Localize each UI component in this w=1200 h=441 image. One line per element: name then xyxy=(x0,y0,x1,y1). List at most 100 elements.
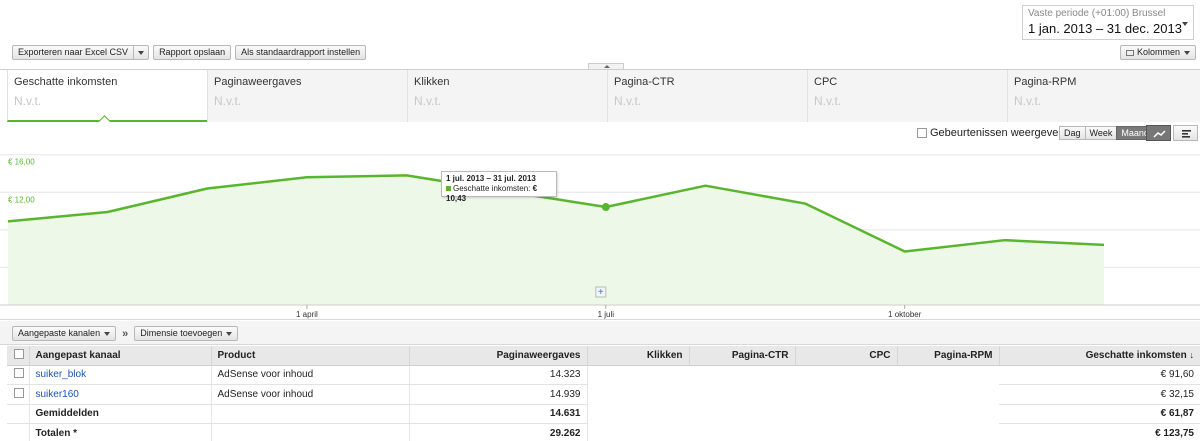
chart-type-selector xyxy=(1146,125,1198,141)
empty-metrics-cell xyxy=(587,384,999,405)
select-all-cell xyxy=(7,346,30,366)
column-header-revenue[interactable]: Geschatte inkomsten ↓ xyxy=(999,346,1200,366)
column-header-channel[interactable]: Aangepast kanaal xyxy=(29,346,212,366)
period-selector: Dag Week Maand xyxy=(1059,126,1154,140)
show-events-label: Gebeurtenissen weergeven xyxy=(930,127,1065,139)
chevron-down-icon xyxy=(104,331,111,336)
period-week-button[interactable]: Week xyxy=(1084,126,1118,140)
averages-label: Gemiddelden xyxy=(29,404,212,424)
chevron-down-icon xyxy=(1182,22,1188,26)
tooltip-row: Geschatte inkomsten: € 10,43 xyxy=(446,184,552,204)
date-range-value: 1 jan. 2013 – 31 dec. 2013 xyxy=(1028,21,1182,36)
empty-metrics-cell xyxy=(587,404,999,424)
metric-tab-value: N.v.t. xyxy=(814,94,842,108)
product-cell: AdSense voor inhoud xyxy=(211,365,410,385)
period-day-button[interactable]: Dag xyxy=(1059,126,1086,140)
metric-tab-value: N.v.t. xyxy=(414,94,442,108)
export-split-button: Exporteren naar Excel CSV xyxy=(12,45,150,61)
column-header-cpc[interactable]: CPC xyxy=(795,346,898,366)
column-header-pageviews[interactable]: Paginaweergaves xyxy=(409,346,588,366)
x-tick-label: 1 oktober xyxy=(888,310,922,319)
primary-dimension-label: Aangepaste kanalen xyxy=(18,328,101,338)
chart-tooltip: 1 jul. 2013 – 31 jul. 2013 Geschatte ink… xyxy=(441,171,557,203)
tooltip-series-label: Geschatte inkomsten: xyxy=(453,184,531,193)
set-default-report-button[interactable]: Als standaardrapport instellen xyxy=(235,45,367,60)
metric-tab-cpc[interactable]: CPC N.v.t. xyxy=(807,70,1007,122)
averages-revenue: € 61,87 xyxy=(999,404,1200,424)
row-checkbox-cell xyxy=(7,384,30,405)
columns-button[interactable]: Kolommen xyxy=(1119,45,1196,60)
plus-icon: + xyxy=(598,287,604,298)
metric-tab-value: N.v.t. xyxy=(214,94,242,108)
metric-tab-name: Paginaweergaves xyxy=(214,76,302,88)
metric-tab-estimated-revenue[interactable]: Geschatte inkomsten N.v.t. xyxy=(7,70,207,122)
dimension-separator: » xyxy=(122,327,129,340)
empty-metrics-cell xyxy=(587,365,999,385)
columns-label: Kolommen xyxy=(1136,47,1180,57)
empty-metrics-cell xyxy=(587,423,999,441)
bar-chart-button[interactable] xyxy=(1173,125,1198,141)
table-row: suiker160 AdSense voor inhoud 14.939 € 3… xyxy=(7,384,1200,405)
averages-pageviews: 14.631 xyxy=(409,404,588,424)
column-header-product[interactable]: Product xyxy=(211,346,410,366)
metric-tab-value: N.v.t. xyxy=(614,94,642,108)
averages-row: Gemiddelden 14.631 € 61,87 xyxy=(7,404,1200,424)
averages-spacer xyxy=(7,404,30,424)
product-cell: AdSense voor inhoud xyxy=(211,384,410,405)
series-swatch xyxy=(446,186,451,191)
chevron-down-icon xyxy=(1184,50,1190,55)
report-table: Aangepast kanaal Product Paginaweergaves… xyxy=(7,346,1200,441)
channel-link[interactable]: suiker160 xyxy=(36,389,79,400)
pageviews-cell: 14.939 xyxy=(409,384,588,405)
metric-tab-value: N.v.t. xyxy=(1014,94,1042,108)
revenue-cell: € 91,60 xyxy=(999,365,1200,385)
totals-product-cell xyxy=(211,423,410,441)
row-checkbox[interactable] xyxy=(14,387,24,398)
chevron-down-icon xyxy=(226,331,233,336)
metric-tab-page-ctr[interactable]: Pagina-CTR N.v.t. xyxy=(607,70,807,122)
column-header-clicks[interactable]: Klikken xyxy=(587,346,690,366)
totals-spacer xyxy=(7,423,30,441)
revenue-cell: € 32,15 xyxy=(999,384,1200,405)
export-dropdown-button[interactable] xyxy=(134,45,150,60)
row-checkbox[interactable] xyxy=(14,368,24,379)
column-header-ctr[interactable]: Pagina-CTR xyxy=(689,346,796,366)
y-tick-label: € 16,00 xyxy=(8,158,35,167)
totals-label: Totalen * xyxy=(29,423,212,441)
primary-dimension-button[interactable]: Aangepaste kanalen xyxy=(12,326,117,341)
columns-menu: Kolommen xyxy=(1119,45,1196,60)
report-toolbar: Exporteren naar Excel CSV Rapport opslaa… xyxy=(12,45,367,61)
add-dimension-button[interactable]: Dimensie toevoegen xyxy=(134,326,239,341)
sort-descending-icon: ↓ xyxy=(1189,349,1195,360)
date-range-subtitle: Vaste periode (+01:00) Brussel xyxy=(1028,8,1166,19)
totals-pageviews: 29.262 xyxy=(409,423,588,441)
line-chart-button[interactable] xyxy=(1146,125,1171,141)
metric-tab-name: Geschatte inkomsten xyxy=(14,76,118,88)
totals-row: Totalen * 29.262 € 123,75 xyxy=(7,423,1200,441)
metric-tab-clicks[interactable]: Klikken N.v.t. xyxy=(407,70,607,122)
chart-divider xyxy=(0,319,1200,320)
metric-tab-name: Klikken xyxy=(414,76,450,88)
channel-link[interactable]: suiker_blok xyxy=(36,369,87,380)
tooltip-title: 1 jul. 2013 – 31 jul. 2013 xyxy=(446,174,536,183)
bar-chart-icon xyxy=(1182,130,1191,138)
metric-tab-page-rpm[interactable]: Pagina-RPM N.v.t. xyxy=(1007,70,1200,122)
x-tick-label: 1 april xyxy=(296,310,318,319)
metric-tab-pageviews[interactable]: Paginaweergaves N.v.t. xyxy=(207,70,407,122)
metric-tab-name: Pagina-CTR xyxy=(614,76,675,88)
column-header-rpm[interactable]: Pagina-RPM xyxy=(897,346,1000,366)
dimension-bar: Aangepaste kanalen » Dimensie toevoegen xyxy=(0,321,1200,345)
metric-tab-name: Pagina-RPM xyxy=(1014,76,1077,88)
chevron-down-icon xyxy=(138,50,145,55)
show-events-checkbox[interactable] xyxy=(917,128,927,138)
pageviews-cell: 14.323 xyxy=(409,365,588,385)
date-range-picker[interactable]: Vaste periode (+01:00) Brussel 1 jan. 20… xyxy=(1022,5,1194,40)
add-dimension-label: Dimensie toevoegen xyxy=(140,328,223,338)
column-header-revenue-label: Geschatte inkomsten xyxy=(1085,349,1187,361)
channel-cell: suiker_blok xyxy=(29,365,212,385)
table-row: suiker_blok AdSense voor inhoud 14.323 €… xyxy=(7,365,1200,385)
select-all-checkbox[interactable] xyxy=(14,348,24,359)
export-button[interactable]: Exporteren naar Excel CSV xyxy=(12,45,135,60)
save-report-button[interactable]: Rapport opslaan xyxy=(153,45,232,60)
columns-icon xyxy=(1125,49,1134,56)
